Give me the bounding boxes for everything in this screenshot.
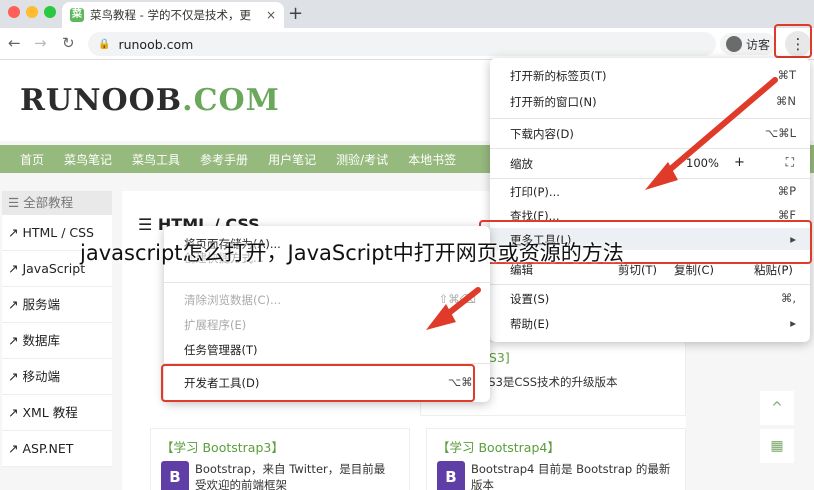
overlay-caption: javascript怎么打开，JavaScript中打开网页或资源的方法 (80, 241, 624, 265)
arrow-to-more-tools (657, 77, 778, 181)
